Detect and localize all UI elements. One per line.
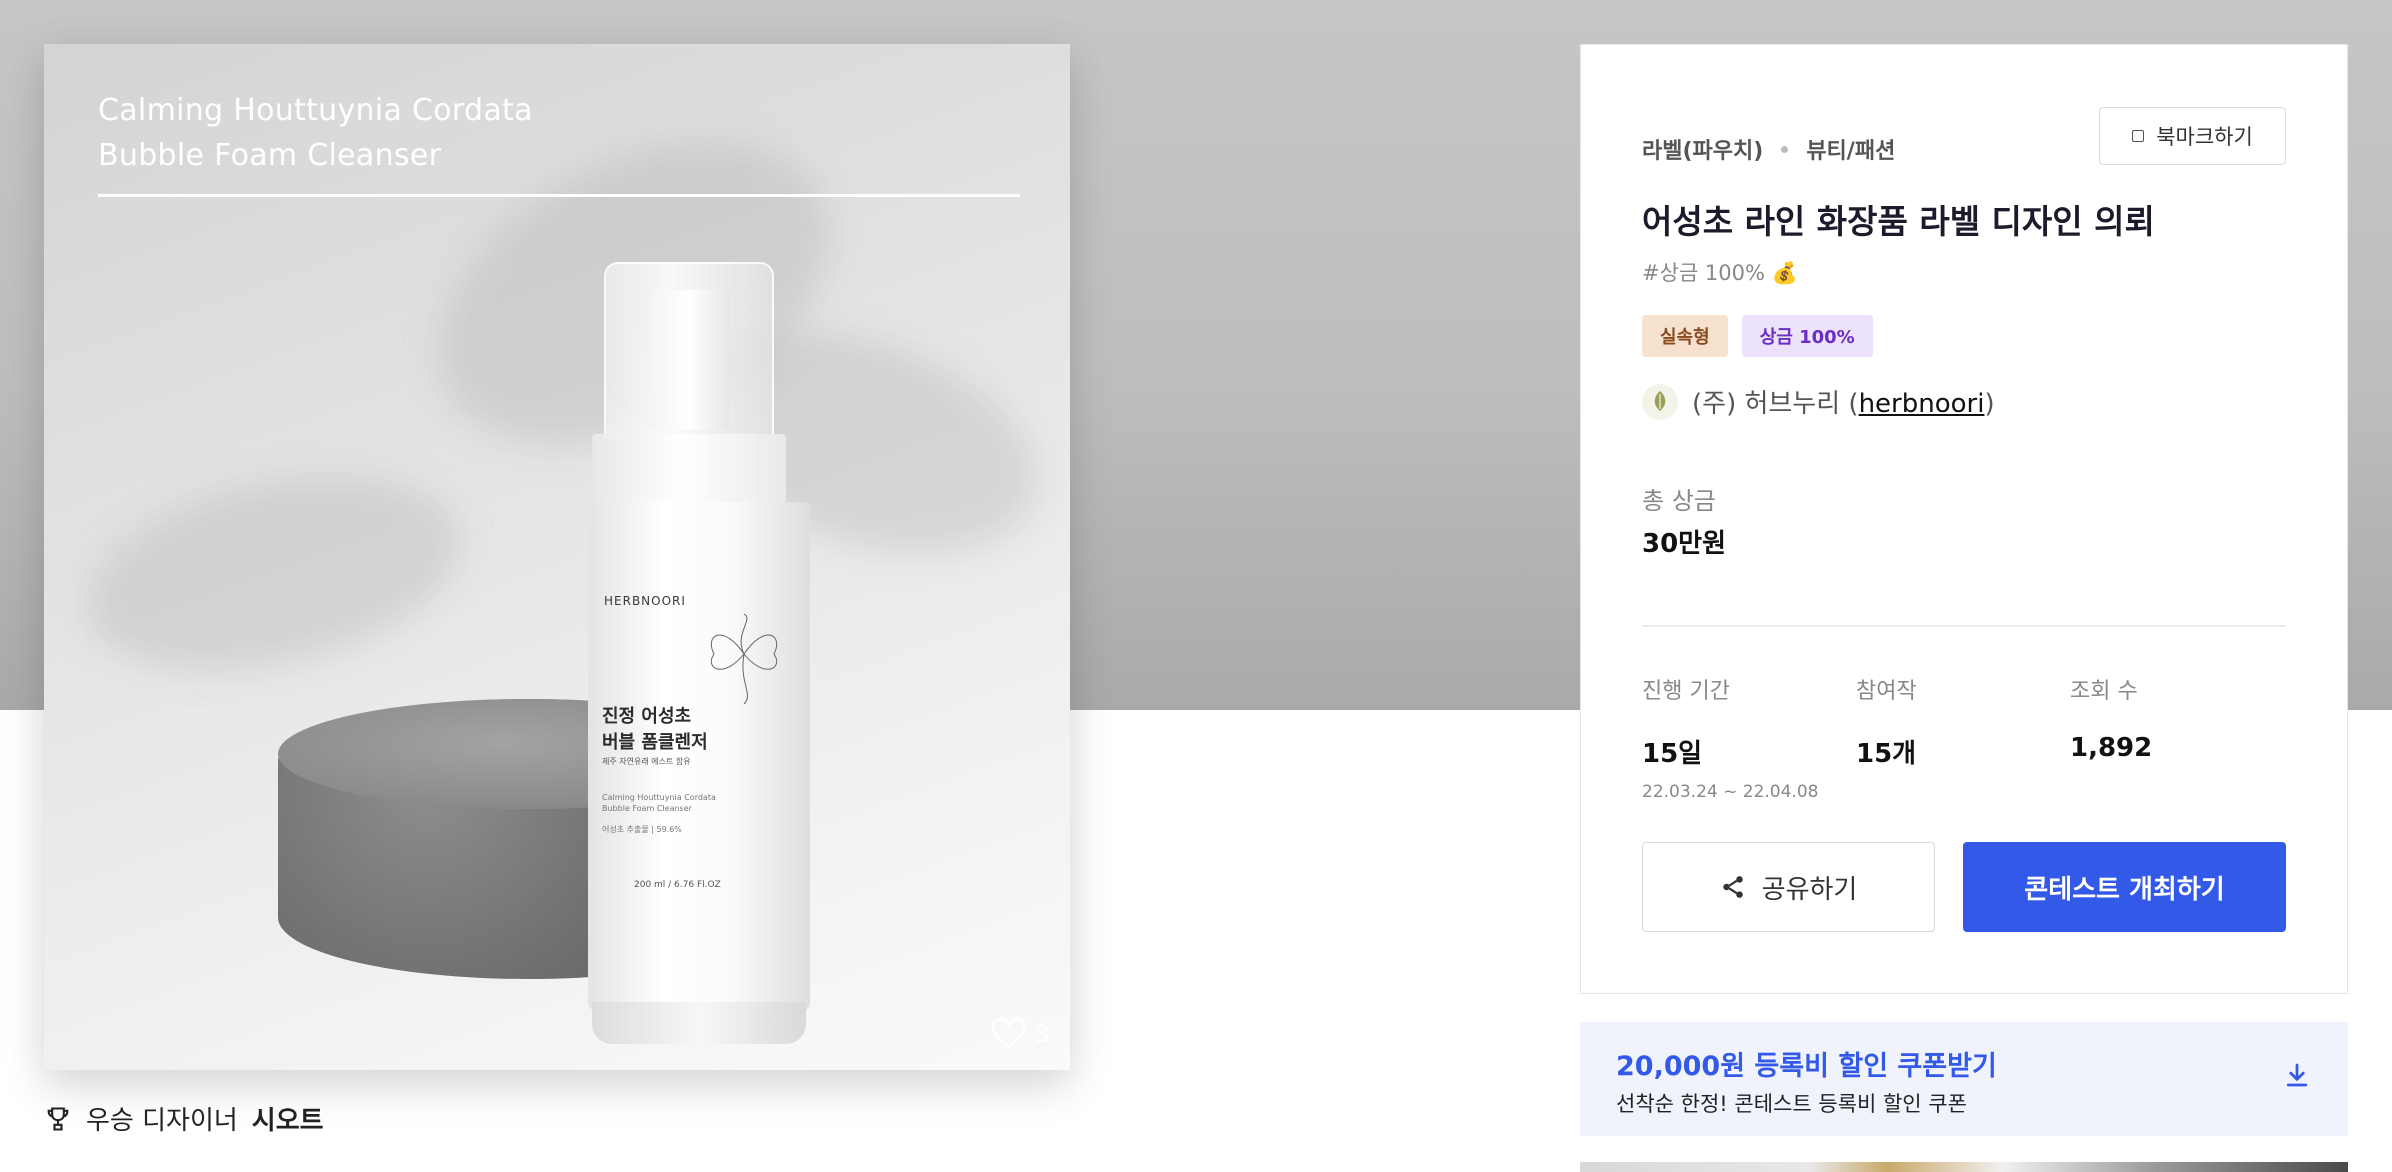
caption-line-1: Calming Houttuynia Cordata bbox=[98, 93, 533, 128]
flower-illustration-icon bbox=[710, 614, 778, 704]
bottle-english-name: Calming Houttuynia Cordata Bubble Foam C… bbox=[602, 792, 716, 814]
breadcrumb-category[interactable]: 라벨(파우치) bbox=[1642, 133, 1763, 165]
bookmark-checkbox-icon bbox=[2132, 130, 2145, 142]
stat-period-range: 22.03.24 ~ 22.04.08 bbox=[1642, 782, 1819, 802]
host-contest-button[interactable]: 콘테스트 개최하기 bbox=[1963, 842, 2286, 932]
bottle-collar bbox=[592, 434, 786, 504]
heart-icon bbox=[991, 1018, 1026, 1049]
bottle-volume: 200 ml / 6.76 Fl.OZ bbox=[634, 880, 721, 890]
contest-info-panel: 북마크하기 라벨(파우치) 뷰티/패션 어성초 라인 화장품 라벨 디자인 의뢰… bbox=[1580, 44, 2348, 994]
coupon-title: 20,000원 등록비 할인 쿠폰받기 bbox=[1616, 1051, 1997, 1082]
winner-designer: 우승 디자이너 시오트 bbox=[44, 1100, 324, 1137]
coupon-subtitle: 선착순 한정! 콘테스트 등록비 할인 쿠폰 bbox=[1616, 1092, 1967, 1116]
contest-badges: 실속형 상금 100% bbox=[1642, 315, 1873, 357]
prize-value: 30만원 bbox=[1642, 529, 1727, 559]
bottle-brand: HERBNOORI bbox=[604, 594, 686, 608]
caption-line-2: Bubble Foam Cleanser bbox=[98, 138, 442, 173]
bottle-concentration: 어성초 추출물 | 59.6% bbox=[602, 825, 682, 834]
host-name: (주) 허브누리 (herbnoori) bbox=[1692, 383, 1995, 420]
host-name-close: ) bbox=[1984, 389, 1995, 419]
stat-views-label: 조회 수 bbox=[2070, 679, 2138, 704]
breadcrumb: 라벨(파우치) 뷰티/패션 bbox=[1642, 133, 1895, 165]
contest-stats: 진행 기간 15일 22.03.24 ~ 22.04.08 참여작 15개 조회… bbox=[1642, 673, 2284, 802]
host-company: (주) 허브누리 (herbnoori) bbox=[1642, 383, 1995, 420]
badge-prize: 상금 100% bbox=[1741, 315, 1873, 357]
leaf-shadow bbox=[69, 446, 479, 702]
stat-period-value: 15일 bbox=[1642, 739, 1703, 769]
stat-views: 조회 수 1,892 bbox=[2070, 673, 2284, 802]
share-label: 공유하기 bbox=[1761, 874, 1858, 905]
stat-views-value: 1,892 bbox=[2070, 733, 2153, 763]
bottle-subtext: 제주 자연유래 에스트 함유 bbox=[602, 757, 691, 766]
next-section-image bbox=[1580, 1162, 2348, 1172]
contest-title: 어성초 라인 화장품 라벨 디자인 의뢰 bbox=[1642, 202, 2155, 241]
bookmark-label: 북마크하기 bbox=[2156, 125, 2253, 149]
bottle-name-line-1: 진정 어성초 bbox=[602, 706, 692, 727]
prize-label: 총 상금 bbox=[1642, 487, 1716, 515]
section-divider bbox=[1642, 625, 2286, 627]
host-name-text: (주) 허브누리 ( bbox=[1692, 389, 1859, 419]
coupon-banner[interactable]: 20,000원 등록비 할인 쿠폰받기 선착순 한정! 콘테스트 등록비 할인 … bbox=[1580, 1022, 2348, 1136]
bottle-base bbox=[592, 1002, 806, 1044]
bottle-name-line-2: 버블 폼클렌저 bbox=[602, 732, 708, 753]
product-image[interactable]: Calming Houttuynia Cordata Bubble Foam C… bbox=[44, 44, 1070, 1070]
like-count: 3 bbox=[1034, 1020, 1050, 1048]
download-icon[interactable] bbox=[2282, 1060, 2312, 1090]
bottle-en-line-1: Calming Houttuynia Cordata bbox=[602, 793, 716, 802]
winner-name[interactable]: 시오트 bbox=[252, 1100, 324, 1137]
bottle-pump bbox=[649, 290, 729, 430]
winner-label: 우승 디자이너 bbox=[86, 1106, 238, 1136]
badge-type: 실속형 bbox=[1642, 315, 1728, 357]
bottle-product-name: 진정 어성초 버블 폼클렌저 bbox=[602, 704, 708, 756]
image-caption: Calming Houttuynia Cordata Bubble Foam C… bbox=[98, 88, 533, 178]
breadcrumb-subcategory[interactable]: 뷰티/패션 bbox=[1806, 133, 1895, 165]
like-button[interactable]: 3 bbox=[991, 1018, 1050, 1050]
host-handle-link[interactable]: herbnoori bbox=[1859, 389, 1985, 419]
caption-divider bbox=[98, 194, 1020, 197]
stat-participants: 참여작 15개 bbox=[1856, 673, 2070, 802]
share-button[interactable]: 공유하기 bbox=[1642, 842, 1935, 932]
stat-participants-label: 참여작 bbox=[1856, 679, 1917, 704]
stat-period-label: 진행 기간 bbox=[1642, 679, 1730, 704]
stat-participants-value: 15개 bbox=[1856, 739, 1917, 769]
host-logo bbox=[1642, 383, 1678, 420]
trophy-icon bbox=[47, 1106, 69, 1131]
bookmark-button[interactable]: 북마크하기 bbox=[2099, 107, 2286, 165]
breadcrumb-separator bbox=[1781, 145, 1789, 153]
share-icon bbox=[1722, 876, 1743, 898]
stat-period: 진행 기간 15일 22.03.24 ~ 22.04.08 bbox=[1642, 673, 1856, 802]
contest-hashtag: #상금 100% 💰 bbox=[1642, 261, 1798, 285]
leaf-logo-icon bbox=[1654, 390, 1666, 411]
bottle-en-line-2: Bubble Foam Cleanser bbox=[602, 804, 692, 813]
